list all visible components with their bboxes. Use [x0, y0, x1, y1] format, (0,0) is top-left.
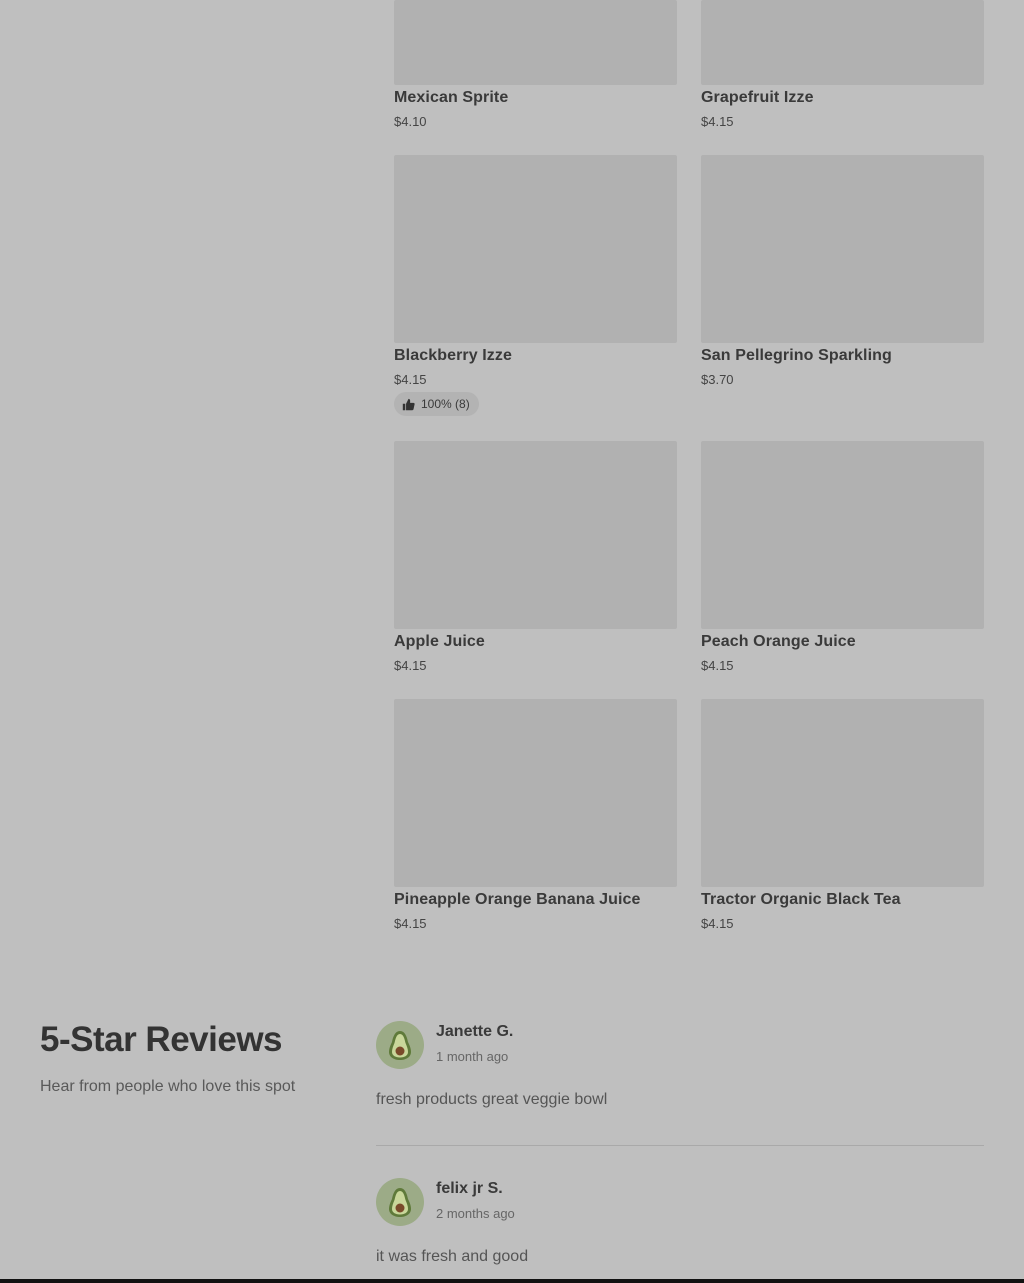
review-divider — [376, 1145, 984, 1146]
bottom-edge-bar — [0, 1279, 1024, 1283]
menu-item-image — [701, 155, 984, 343]
menu-item-price: $4.15 — [394, 658, 427, 673]
avocado-icon — [389, 1188, 411, 1217]
reviews-heading: 5-Star Reviews — [40, 1020, 283, 1059]
reviewer-name: felix jr S. — [436, 1180, 503, 1197]
review-date: 2 months ago — [436, 1206, 515, 1221]
menu-item-name: Peach Orange Juice — [701, 633, 856, 650]
menu-item-name: Apple Juice — [394, 633, 485, 650]
menu-item-card[interactable]: Grapefruit Izze $4.15 — [701, 0, 984, 135]
menu-item-price: $3.70 — [701, 372, 734, 387]
review-item: Janette G. 1 month ago fresh products gr… — [376, 1021, 984, 1121]
menu-item-image — [394, 155, 677, 343]
menu-item-price: $4.15 — [394, 916, 427, 931]
store-page: Mexican Sprite $4.10 Grapefruit Izze $4.… — [0, 0, 1024, 1283]
review-text: fresh products great veggie bowl — [376, 1091, 608, 1108]
thumbs-up-icon — [402, 398, 415, 410]
menu-item-card[interactable]: Tractor Organic Black Tea $4.15 — [701, 699, 984, 939]
menu-item-image — [701, 441, 984, 629]
menu-item-card[interactable]: Blackberry Izze $4.15 100% (8) — [394, 155, 677, 420]
reviewer-avatar — [376, 1021, 424, 1069]
menu-item-card[interactable]: San Pellegrino Sparkling $3.70 — [701, 155, 984, 400]
menu-item-price: $4.10 — [394, 114, 427, 129]
menu-item-card[interactable]: Peach Orange Juice $4.15 — [701, 441, 984, 681]
rating-text: 100% (8) — [421, 397, 470, 411]
menu-item-name: Blackberry Izze — [394, 347, 513, 364]
review-item: felix jr S. 2 months ago it was fresh an… — [376, 1178, 984, 1278]
menu-item-name: Pineapple Orange Banana Juice — [394, 891, 641, 908]
reviewer-avatar — [376, 1178, 424, 1226]
reviews-subtitle: Hear from people who love this spot — [40, 1078, 296, 1095]
rating-badge: 100% (8) — [394, 392, 479, 416]
menu-item-name: Tractor Organic Black Tea — [701, 891, 901, 908]
menu-item-name: Mexican Sprite — [394, 89, 509, 106]
menu-item-image — [701, 699, 984, 887]
menu-item-card[interactable]: Mexican Sprite $4.10 — [394, 0, 677, 135]
menu-item-image — [394, 0, 677, 85]
menu-item-image — [394, 441, 677, 629]
menu-item-card[interactable]: Pineapple Orange Banana Juice $4.15 — [394, 699, 677, 939]
menu-item-name: Grapefruit Izze — [701, 89, 814, 106]
menu-item-image — [701, 0, 984, 85]
review-text: it was fresh and good — [376, 1248, 529, 1265]
avocado-icon — [389, 1031, 411, 1060]
menu-item-image — [394, 699, 677, 887]
menu-item-card[interactable]: Apple Juice $4.15 — [394, 441, 677, 681]
reviewer-name: Janette G. — [436, 1023, 514, 1040]
review-date: 1 month ago — [436, 1049, 509, 1064]
menu-item-price: $4.15 — [701, 916, 734, 931]
menu-item-price: $4.15 — [701, 114, 734, 129]
menu-item-name: San Pellegrino Sparkling — [701, 347, 892, 364]
menu-item-price: $4.15 — [394, 372, 427, 387]
menu-item-price: $4.15 — [701, 658, 734, 673]
